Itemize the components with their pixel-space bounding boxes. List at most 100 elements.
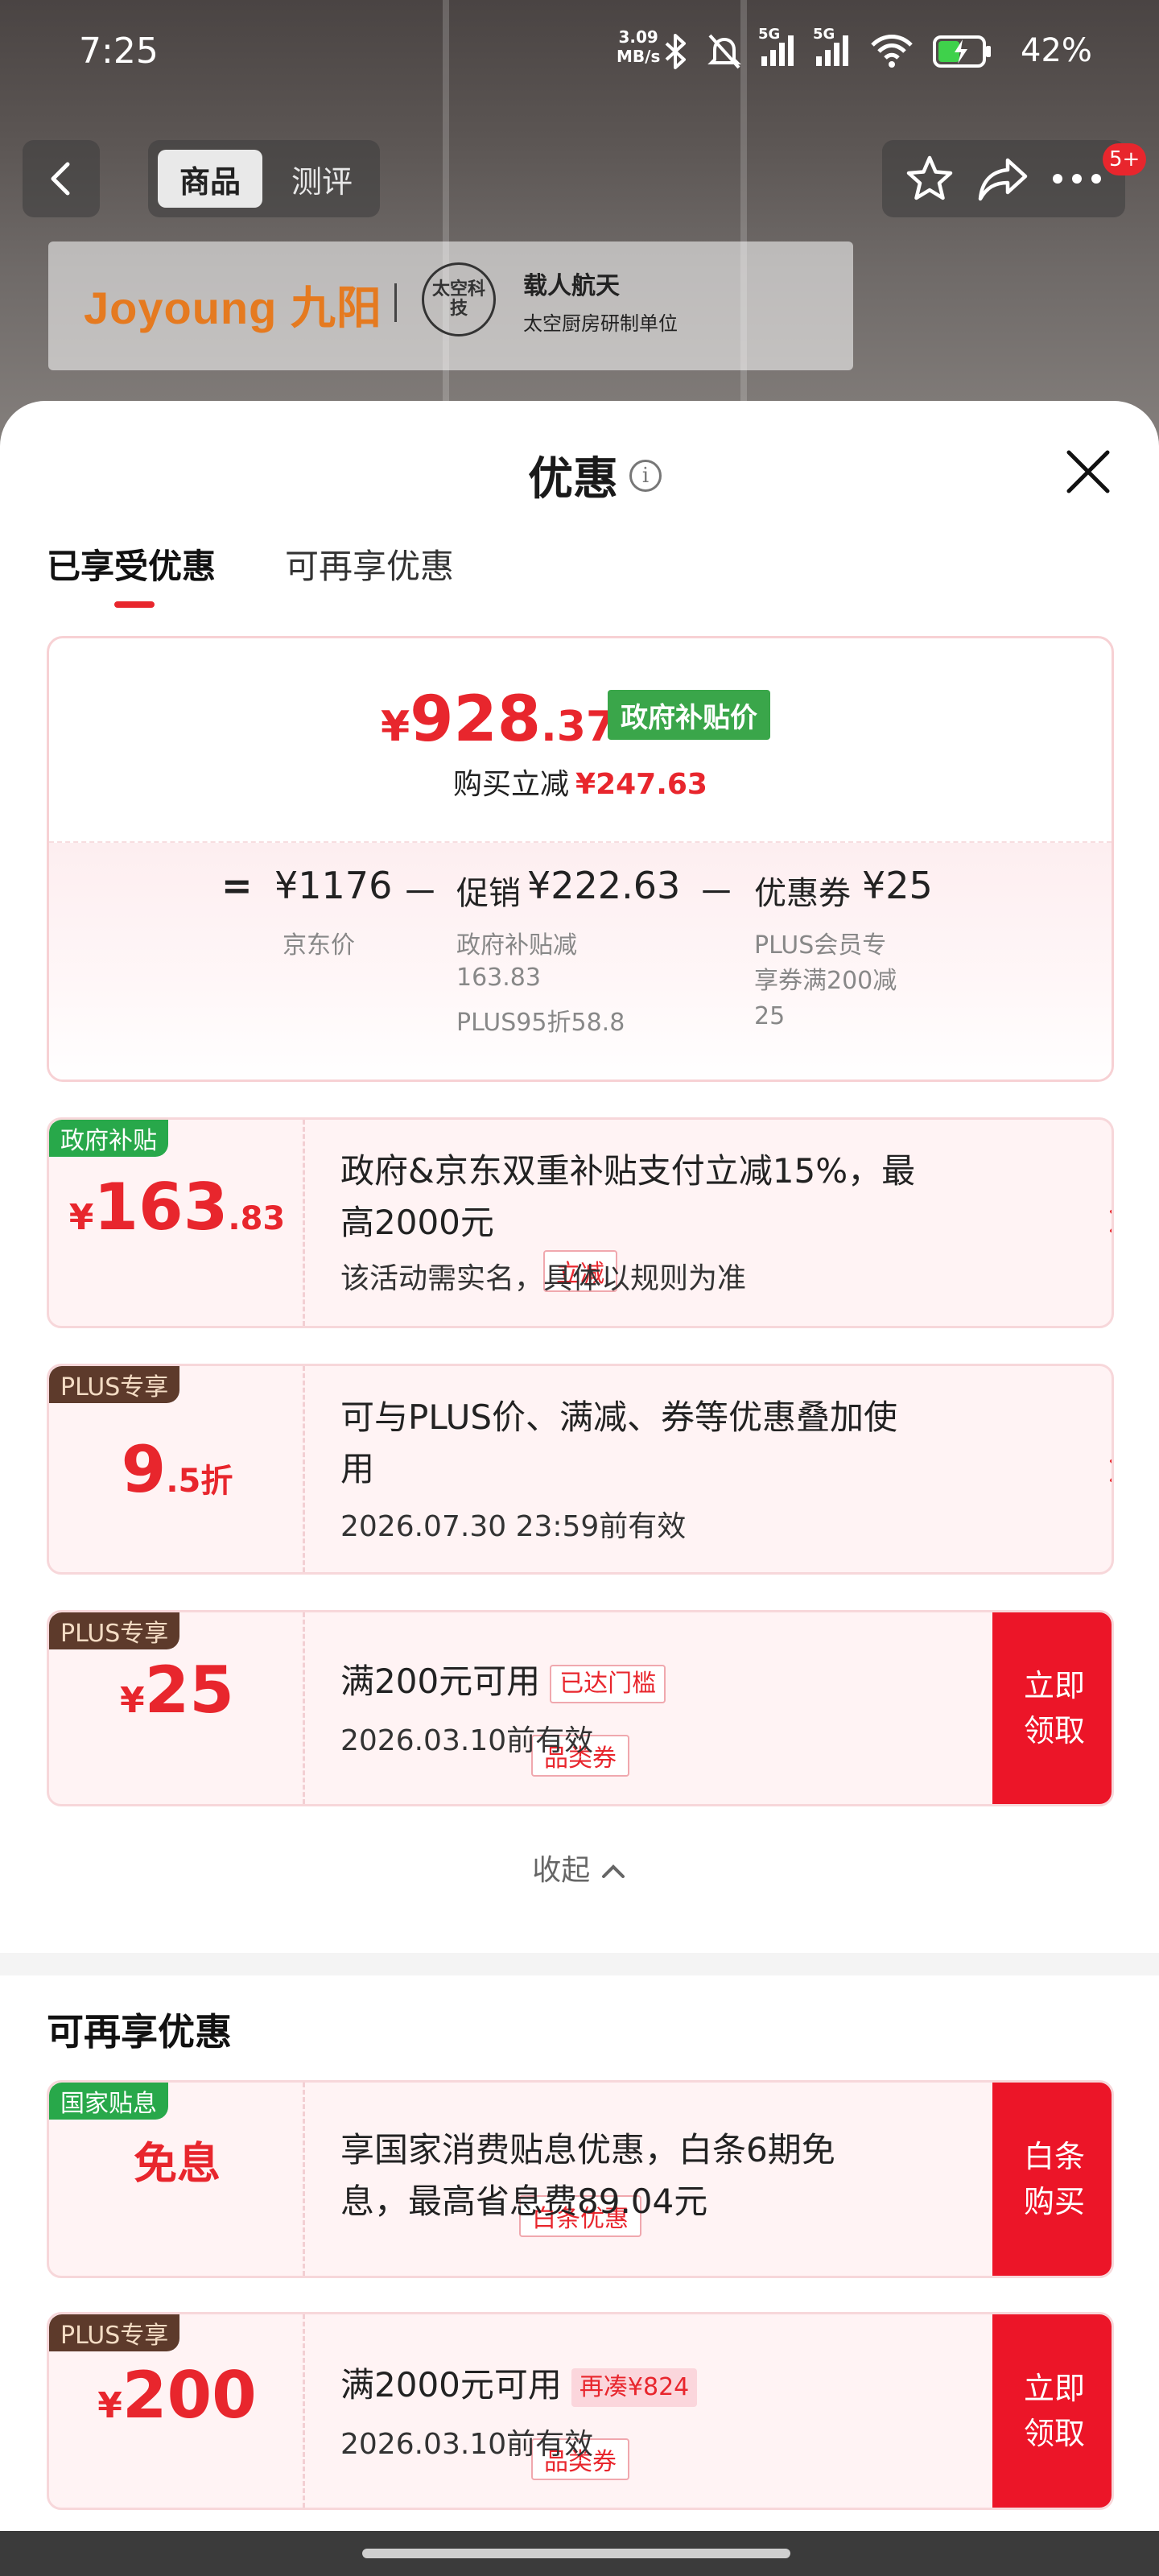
gov-subsidy-card[interactable]: 政府补贴 ¥163.83 立减 政府&京东双重补贴支付立减15%，最 高2000…	[47, 1117, 1114, 1328]
home-indicator[interactable]	[362, 2549, 790, 2558]
tab-more-discounts[interactable]: 可再享优惠	[285, 539, 454, 608]
coupon-200-card: PLUS专享 ¥200 品类券 满2000元可用 再凑¥824 2026.03.1…	[47, 2312, 1114, 2510]
chevron-left-icon	[51, 162, 70, 196]
direct-cut-label: 购买立减	[453, 768, 570, 801]
card-corner-tag: PLUS专享	[49, 2314, 180, 2351]
tab-product[interactable]: 商品	[158, 150, 262, 208]
share-icon[interactable]	[977, 155, 1029, 202]
amount-currency: ¥	[120, 1680, 145, 1721]
amount-currency: ¥	[97, 2385, 122, 2426]
brand-separator	[394, 283, 397, 322]
product-tabs: 商品 测评	[148, 140, 380, 217]
more-discounts-title: 可再享优惠	[47, 2010, 232, 2054]
brand-tagline: 载人航天 太空厨房研制单位	[523, 266, 678, 336]
baitiao-buy-line1: 白条	[1023, 2139, 1085, 2174]
price-summary-card: ¥ 928 .37 政府补贴价 购买立减 ¥247.63 = ¥1176 京东价 …	[47, 636, 1114, 1082]
bluetooth-icon	[665, 34, 686, 69]
collapse-button[interactable]: 收起	[0, 1847, 1159, 1889]
signal-5g-1: 5G	[758, 26, 797, 71]
interest-free-card: 国家贴息 免息 白条优惠 享国家消费贴息优惠，白条6期免 息，最高省息费89.0…	[47, 2080, 1114, 2278]
claim-now-button[interactable]: 立即 领取	[992, 2314, 1112, 2508]
claim-now-button[interactable]: 立即 领取	[992, 1612, 1112, 1804]
network-speed: 3.09 MB/s	[617, 27, 660, 66]
amount-integer: 200	[122, 2358, 257, 2433]
message-count-badge: 5+	[1103, 143, 1147, 175]
baitiao-buy-line2: 购买	[1023, 2184, 1085, 2219]
chevron-right-icon	[1110, 1210, 1112, 1232]
jd-price-label: 京东价	[283, 931, 355, 960]
direct-cut-line: 购买立减 ¥247.63	[49, 761, 1112, 803]
claim-now-line2: 领取	[1023, 1713, 1085, 1748]
card-desc-line2: 用	[340, 1449, 375, 1488]
promo-sub-gov-amount: 163.83	[456, 964, 541, 992]
amount-integer: 25	[144, 1653, 234, 1728]
space-tech-badge: 太空科技	[422, 262, 496, 336]
subsidy-amount: ¥163.83	[49, 1170, 305, 1245]
gov-subsidy-price-tag: 政府补贴价	[608, 690, 770, 740]
info-icon[interactable]: i	[629, 459, 662, 492]
final-price-currency: ¥	[381, 703, 410, 751]
card-desc-line1: 可与PLUS价、满减、券等优惠叠加使	[340, 1397, 898, 1437]
jd-price: ¥1176	[274, 864, 393, 907]
claim-now-line2: 领取	[1023, 2416, 1085, 2451]
promo-sub-gov: 政府补贴减	[456, 931, 577, 960]
interest-free-label: 免息	[134, 2138, 221, 2189]
final-price-decimal: .37	[541, 703, 616, 751]
coupon-sub-line3: 25	[754, 1002, 786, 1030]
add-more-tag: 再凑¥824	[571, 2368, 698, 2407]
threshold-reached-tag: 已达门槛	[550, 1664, 666, 1703]
baitiao-buy-button[interactable]: 白条 购买	[992, 2083, 1112, 2276]
card-desc-line1: 政府&京东双重补贴支付立减15%，最	[340, 1151, 916, 1191]
nav-actions	[882, 140, 1125, 217]
sheet-title: 优惠	[528, 453, 618, 506]
coupon-label: 优惠券	[754, 875, 851, 912]
claim-now-line1: 立即	[1023, 1668, 1085, 1703]
back-button[interactable]	[23, 140, 100, 217]
minus-sign: －	[402, 871, 439, 914]
brand-tagline-line1: 载人航天	[523, 272, 620, 300]
tab-enjoyed-discounts[interactable]: 已享受优惠	[47, 539, 216, 608]
card-expiry: 2026.07.30 23:59前有效	[340, 1510, 687, 1543]
coupon-amount: ¥25	[862, 864, 933, 907]
status-bar: 7:25 3.09 MB/s 5G 5G 42%	[0, 0, 1159, 105]
card-sub: 该活动需实名，具体以规则为准	[340, 1262, 747, 1295]
section-divider	[0, 1953, 1159, 1975]
plus-discount-rate: 9.5折	[49, 1432, 305, 1507]
card-expiry: 2026.03.10前有效	[340, 2428, 594, 2461]
plus-discount-card[interactable]: PLUS专享 9.5折 可与PLUS价、满减、券等优惠叠加使 用 2026.07…	[47, 1364, 1114, 1575]
mute-bell-icon	[707, 34, 741, 69]
card-desc-line2: 息，最高省息费89.04元	[340, 2182, 708, 2221]
card-desc-line1: 满2000元可用 再凑¥824	[340, 2359, 698, 2411]
discount-sheet: 优惠 i 已享受优惠 可再享优惠 ¥ 928 .37 政府补贴价 购买立减 ¥24…	[0, 401, 1159, 2534]
chevron-up-icon	[601, 1864, 625, 1878]
coupon-sub-line2: 享券满200减	[754, 967, 897, 995]
coupon-threshold: 满2000元可用	[340, 2365, 562, 2405]
signal-5g-label: 5G	[813, 26, 835, 43]
equals-sign: =	[221, 864, 253, 907]
battery-charging-icon	[933, 35, 991, 68]
status-icons: 5G 5G	[662, 26, 993, 76]
more-icon[interactable]	[1051, 171, 1103, 187]
promo-sub-plus: PLUS95折58.8	[456, 1009, 625, 1037]
status-time: 7:25	[79, 31, 159, 72]
amount-integer: 163	[93, 1170, 229, 1245]
network-speed-value: 3.09	[618, 27, 658, 47]
brand-logo: Joyoung 九阳	[84, 283, 382, 333]
card-desc-line1: 满200元可用 已达门槛	[340, 1656, 666, 1707]
gesture-bar	[0, 2531, 1159, 2576]
amount-currency: ¥	[68, 1197, 94, 1238]
rate-decimal: .5	[166, 1463, 201, 1500]
network-speed-unit: MB/s	[617, 47, 661, 66]
card-corner-tag: PLUS专享	[49, 1366, 180, 1403]
chevron-right-icon	[1110, 1459, 1112, 1482]
close-icon[interactable]	[1059, 443, 1117, 501]
rate-integer: 9	[121, 1432, 167, 1507]
direct-cut-amount: ¥247.63	[575, 768, 707, 801]
coupon-sub-line1: PLUS会员专	[754, 931, 887, 960]
card-expiry: 2026.03.10前有效	[340, 1724, 594, 1757]
star-icon[interactable]	[905, 154, 955, 204]
tab-review[interactable]: 测评	[274, 150, 370, 208]
coupon-threshold: 满200元可用	[340, 1662, 541, 1701]
collapse-label: 收起	[532, 1854, 591, 1887]
claim-now-line1: 立即	[1023, 2371, 1085, 2406]
